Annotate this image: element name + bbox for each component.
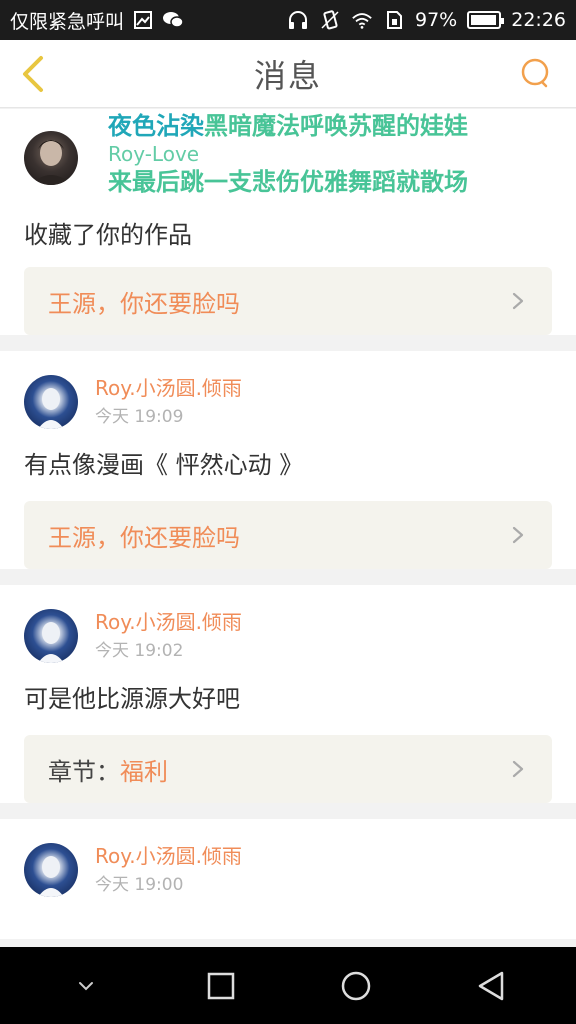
search-icon	[521, 58, 549, 88]
avatar[interactable]	[24, 131, 78, 185]
system-nav-bar	[0, 947, 576, 1024]
message-card: Roy.小汤圆.倾雨 今天 19:00	[0, 819, 576, 939]
carrier-text: 仅限紧急呼叫	[10, 10, 125, 33]
message-text: 可是他比源源大好吧	[24, 685, 240, 713]
chevron-left-icon	[23, 56, 43, 92]
work-link-text: 王源，你还要脸吗	[48, 523, 240, 552]
username[interactable]: Roy.小汤圆.倾雨	[95, 609, 242, 635]
chapter-link-text: 福利	[120, 757, 168, 786]
avatar[interactable]	[24, 375, 78, 429]
recents-button[interactable]	[193, 958, 249, 1014]
message-list[interactable]: 夜色沾染黑暗魔法呼唤苏醒的娃娃 Roy-Love 来最后跳一支悲伤优雅舞蹈就散场…	[0, 109, 576, 947]
overlay-username: Roy-Love	[108, 142, 200, 166]
overlay-line3: 来最后跳一支悲伤优雅舞蹈就散场	[108, 168, 468, 196]
header: 消息	[0, 40, 576, 108]
chevron-right-icon	[508, 759, 528, 779]
back-nav-button[interactable]	[463, 958, 519, 1014]
message-card: 夜色沾染黑暗魔法呼唤苏醒的娃娃 Roy-Love 来最后跳一支悲伤优雅舞蹈就散场…	[0, 109, 576, 335]
circle-icon	[341, 971, 370, 1000]
chevron-right-icon	[508, 525, 528, 545]
search-button[interactable]	[516, 54, 556, 94]
work-link[interactable]: 王源，你还要脸吗	[24, 267, 552, 335]
home-button[interactable]	[328, 958, 384, 1014]
work-link-text: 王源，你还要脸吗	[48, 289, 240, 318]
hide-nav-button[interactable]	[58, 958, 114, 1014]
battery-percent: 97%	[415, 9, 458, 31]
username[interactable]: Roy.小汤圆.倾雨	[95, 843, 242, 869]
triangle-back-icon	[478, 971, 503, 1000]
timestamp: 今天 19:00	[95, 875, 184, 895]
page-title: 消息	[253, 56, 322, 95]
chevron-down-icon	[78, 981, 93, 990]
sim-icon	[383, 9, 405, 31]
headset-icon	[287, 9, 309, 31]
battery-icon	[467, 11, 505, 29]
timestamp: 今天 19:09	[95, 407, 184, 427]
image-icon	[132, 9, 154, 31]
chapter-label: 章节：	[48, 757, 120, 786]
avatar[interactable]	[24, 843, 78, 897]
timestamp: 今天 19:02	[95, 641, 184, 661]
chevron-right-icon	[508, 291, 528, 311]
clock: 22:26	[511, 9, 566, 31]
message-card: Roy.小汤圆.倾雨 今天 19:09 有点像漫画《 怦然心动 》 王源，你还要…	[0, 351, 576, 569]
username[interactable]: Roy.小汤圆.倾雨	[95, 375, 242, 401]
chapter-link[interactable]: 章节：福利	[24, 735, 552, 803]
square-icon	[207, 972, 234, 999]
vibrate-icon	[319, 9, 341, 31]
status-bar: 仅限紧急呼叫 97% 22:26	[0, 0, 576, 40]
avatar[interactable]	[24, 609, 78, 663]
back-button[interactable]	[14, 54, 54, 94]
nickname-overlay: 夜色沾染黑暗魔法呼唤苏醒的娃娃 Roy-Love 来最后跳一支悲伤优雅舞蹈就散场	[108, 109, 468, 199]
wechat-icon	[162, 9, 184, 31]
overlay-line1-a: 夜色沾染	[108, 112, 204, 140]
overlay-line1-b: 黑暗魔法呼唤苏醒的娃娃	[204, 112, 468, 140]
message-text: 有点像漫画《 怦然心动 》	[24, 451, 304, 479]
message-text: 收藏了你的作品	[24, 221, 192, 249]
message-card: Roy.小汤圆.倾雨 今天 19:02 可是他比源源大好吧 章节：福利	[0, 585, 576, 803]
wifi-icon	[351, 9, 373, 31]
work-link[interactable]: 王源，你还要脸吗	[24, 501, 552, 569]
